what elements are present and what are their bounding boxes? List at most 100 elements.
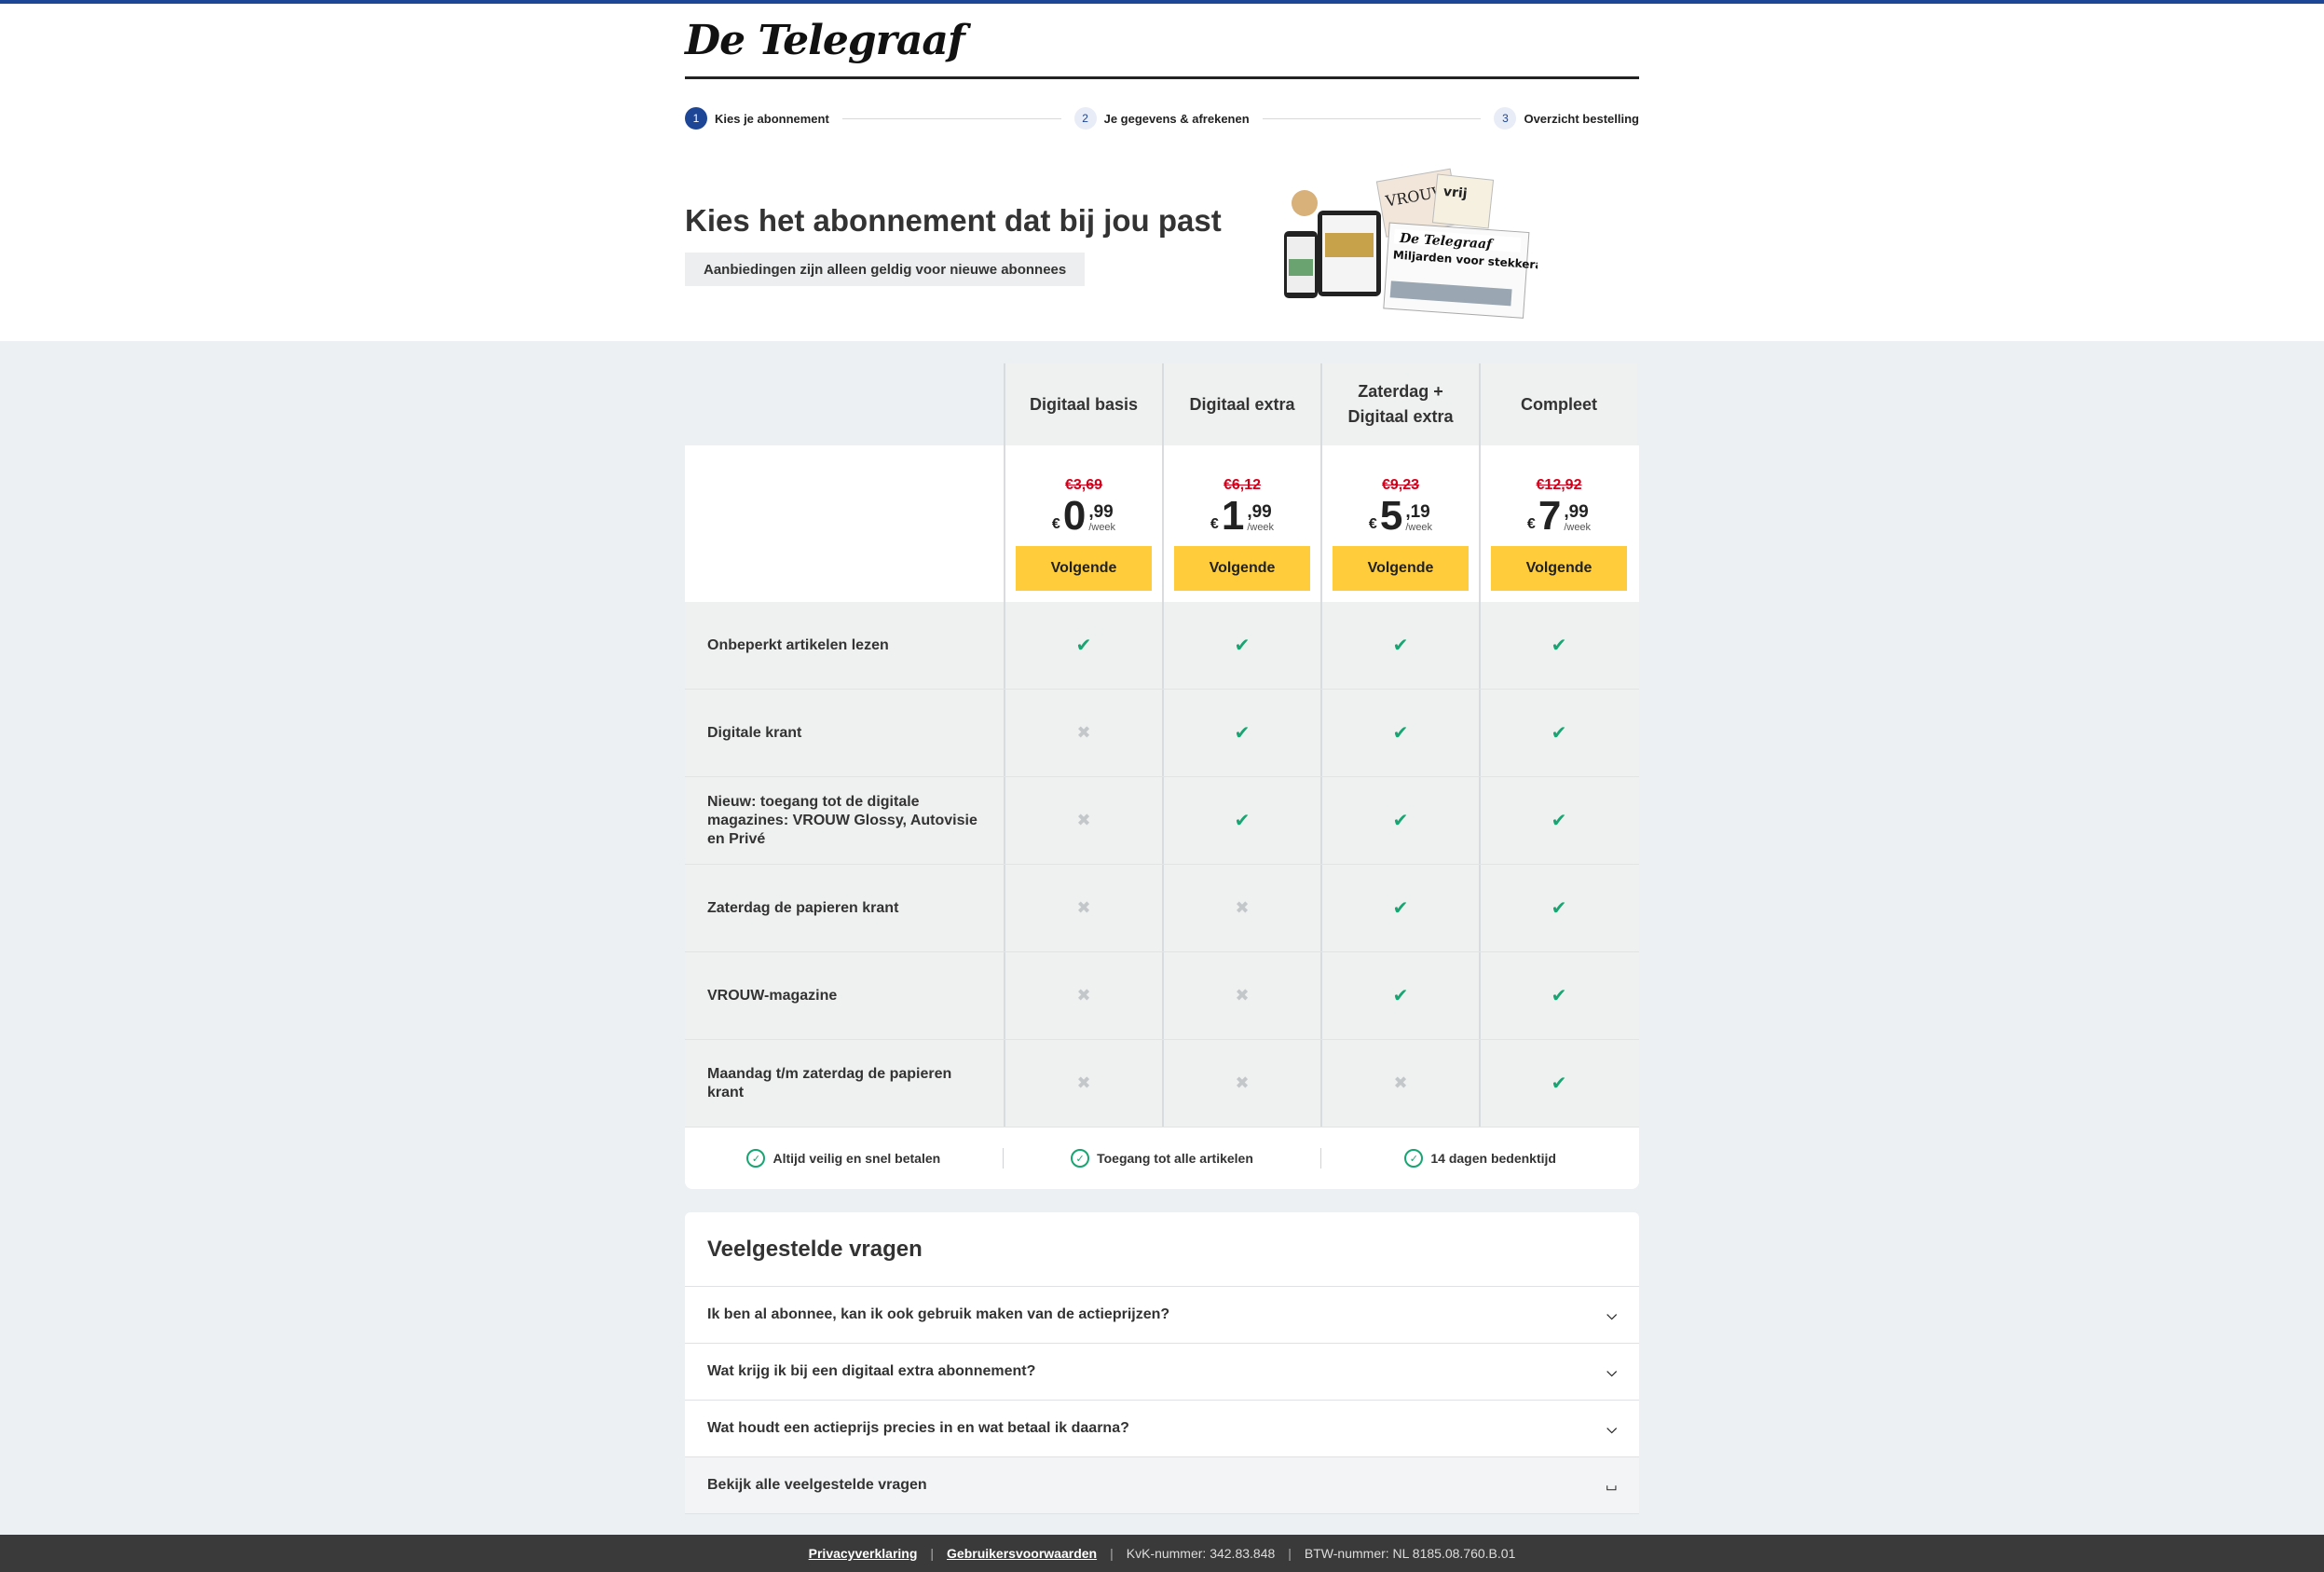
current-price: € 1 ,99/week [1210,496,1274,537]
feature-cell: ✖ [1004,1040,1162,1127]
chevron-down-icon: ⌵ [1606,1363,1617,1379]
price-cents: ,99 [1247,502,1272,522]
feature-cell: ✔ [1162,777,1320,864]
plan-name: Compleet [1479,363,1637,445]
cross-icon: ✖ [1076,723,1091,742]
current-price: € 7 ,99/week [1527,496,1591,537]
cross-icon: ✖ [1076,811,1091,829]
cross-icon: ✖ [1235,898,1250,917]
price-period: /week [1564,522,1592,533]
terms-link[interactable]: Gebruikersvoorwaarden [947,1546,1097,1561]
checkmark-icon: ✔ [1392,723,1409,744]
feature-cell: ✔ [1162,690,1320,776]
feature-row: Zaterdag de papieren krant ✖ ✖ ✔ ✔ [685,865,1639,952]
feature-cell: ✔ [1162,602,1320,689]
benefit-item: ✓ Toegang tot alle artikelen [1004,1149,1321,1168]
phone-image [1284,231,1318,298]
checkmark-icon: ✔ [1392,811,1409,831]
feature-cell: ✖ [1004,865,1162,951]
feature-cell: ✖ [1004,952,1162,1039]
faq-question: Wat krijg ik bij een digitaal extra abon… [707,1363,1036,1379]
products-illustration: VROUW vrij De Telegraaf Miljarden voor s… [1284,168,1538,319]
feature-cell: ✔ [1320,602,1479,689]
plan-price-cell: €3,69 € 0 ,99/week Volgende [1004,445,1162,602]
feature-row: Nieuw: toegang tot de digitale magazines… [685,777,1639,865]
faq-item[interactable]: Ik ben al abonnee, kan ik ook gebruik ma… [685,1287,1639,1344]
checkmark-icon: ✔ [1551,986,1567,1006]
feature-label: VROUW-magazine [707,987,838,1004]
checkmark-icon: ✔ [1392,636,1409,656]
plan-name: Digitaal basis [1004,363,1162,445]
old-price: €9,23 [1381,477,1420,493]
feature-cell: ✖ [1004,777,1162,864]
plans-comparison-table: Digitaal basis Digitaal extra Zaterdag +… [685,363,1639,1128]
currency-symbol: € [1051,516,1060,532]
faq-item[interactable]: Wat houdt een actieprijs precies in en w… [685,1401,1639,1457]
old-price: €3,69 [1064,477,1103,493]
checkmark-icon: ✔ [1234,636,1251,656]
select-plan-button[interactable]: Volgende [1333,546,1469,591]
cross-icon: ✖ [1076,898,1091,917]
cross-icon: ✖ [1076,986,1091,1005]
checkmark-icon: ✔ [1392,986,1409,1006]
page-title: Kies het abonnement dat bij jou past [685,203,1222,238]
feature-row: VROUW-magazine ✖ ✖ ✔ ✔ [685,952,1639,1040]
faq-view-all-label: Bekijk alle veelgestelde vragen [707,1477,927,1493]
faq-view-all[interactable]: Bekijk alle veelgestelde vragen ⌴ [685,1457,1639,1514]
feature-row: Maandag t/m zaterdag de papieren krant ✖ ✖… [685,1040,1639,1128]
old-price: €6,12 [1223,477,1262,493]
feature-cell: ✔ [1479,952,1637,1039]
step-number: 2 [1073,107,1097,130]
checkmark-icon: ✔ [1551,723,1567,744]
feature-cell: ✖ [1320,1040,1479,1127]
svg-text:vrij: vrij [1442,185,1468,202]
new-subscribers-note: Aanbiedingen zijn alleen geldig voor nie… [685,253,1086,286]
price-cents: ,19 [1405,502,1430,522]
select-plan-button[interactable]: Volgende [1491,546,1627,591]
benefit-label: Toegang tot alle artikelen [1097,1151,1253,1166]
footer: Privacyverklaring | Gebruikersvoorwaarde… [0,1535,2324,1572]
price-period: /week [1247,522,1275,533]
check-circle-icon: ✓ [1404,1149,1424,1168]
feature-label: Onbeperkt artikelen lezen [707,636,889,653]
benefit-label: Altijd veilig en snel betalen [772,1151,941,1166]
benefit-item: ✓ 14 dagen bedenktijd [1321,1149,1639,1168]
select-plan-button[interactable]: Volgende [1174,546,1310,591]
checkmark-icon: ✔ [1551,636,1567,656]
currency-symbol: € [1368,516,1377,532]
feature-cell: ✔ [1004,602,1162,689]
checkmark-icon: ✔ [1551,1073,1567,1094]
telegraaf-logo[interactable]: De Telegraaf [685,17,965,64]
cross-icon: ✖ [1393,1073,1408,1092]
feature-cell: ✔ [1479,602,1637,689]
privacy-link[interactable]: Privacyverklaring [809,1546,918,1561]
feature-cell: ✖ [1162,865,1320,951]
step-label: Overzicht bestelling [1524,111,1639,126]
plan-names-row: Digitaal basis Digitaal extra Zaterdag +… [685,363,1639,445]
cross-icon: ✖ [1235,986,1250,1005]
feature-label: Nieuw: toegang tot de digitale magazines… [707,793,977,847]
step-details-payment: 2 Je gegevens & afrekenen [1073,107,1250,130]
feature-cell: ✔ [1320,777,1479,864]
price-euros: 0 [1062,493,1087,539]
price-cents: ,99 [1564,502,1589,522]
select-plan-button[interactable]: Volgende [1016,546,1152,591]
plan-price-cell: €6,12 € 1 ,99/week Volgende [1162,445,1320,602]
current-price: € 0 ,99/week [1052,496,1115,537]
check-circle-icon: ✓ [1071,1149,1090,1168]
price-cents: ,99 [1088,502,1114,522]
currency-symbol: € [1526,516,1536,532]
old-price: €12,92 [1536,477,1582,493]
feature-cell: ✖ [1004,690,1162,776]
cross-icon: ✖ [1076,1073,1091,1092]
price-euros: 7 [1538,493,1562,539]
feature-cell: ✔ [1479,690,1637,776]
feature-row: Digitale krant ✖ ✔ ✔ ✔ [685,690,1639,777]
chevron-down-icon: ⌵ [1606,1420,1617,1436]
checkmark-icon: ✔ [1551,811,1567,831]
chevron-down-icon: ⌵ [1606,1306,1617,1322]
faq-item[interactable]: Wat krijg ik bij een digitaal extra abon… [685,1344,1639,1401]
feature-rows: Onbeperkt artikelen lezen ✔ ✔ ✔ ✔ Digitale kr… [685,602,1639,1128]
step-connector [841,117,1061,119]
checkmark-icon: ✔ [1551,898,1567,919]
